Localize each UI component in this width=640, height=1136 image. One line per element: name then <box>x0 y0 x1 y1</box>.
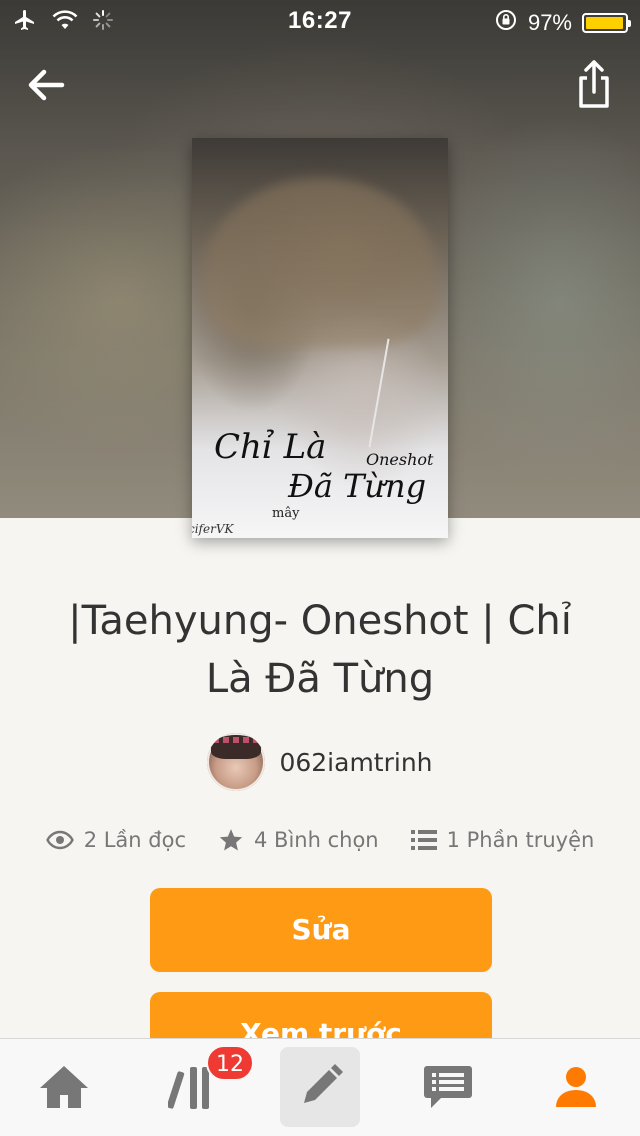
star-icon <box>219 829 243 851</box>
write-icon <box>304 1064 343 1103</box>
tab-bar: 12 <box>0 1038 640 1136</box>
tab-write[interactable] <box>280 1047 360 1127</box>
tab-home[interactable] <box>24 1047 104 1127</box>
cover-artwork <box>202 178 438 348</box>
battery-percent: 97% <box>527 10 572 35</box>
reads-stat: 2 Lần đọc <box>45 828 187 852</box>
list-icon <box>410 830 437 850</box>
cover-author-mark: mây <box>272 506 300 521</box>
messages-icon <box>424 1066 472 1108</box>
cover-title-line2: Đã Từng <box>288 467 427 505</box>
orientation-lock-icon <box>494 8 518 38</box>
parts-count: 1 Phần truyện <box>446 828 595 852</box>
story-title: |Taehyung- Oneshot | Chỉ Là Đã Từng <box>68 598 572 702</box>
back-button[interactable] <box>22 60 72 110</box>
library-badge: 12 <box>206 1045 254 1081</box>
votes-stat: 4 Bình chọn <box>218 827 379 853</box>
battery-icon <box>582 13 631 33</box>
battery-level <box>586 17 623 29</box>
book-cover[interactable]: Chỉ Là Oneshot Đã Từng mây ciferVK <box>192 138 448 538</box>
parts-stat: 1 Phần truyện <box>410 828 595 852</box>
share-icon <box>579 60 609 108</box>
reads-count: 2 Lần đọc <box>83 828 187 852</box>
status-right: 97% <box>494 8 631 38</box>
author-name[interactable]: 062iamtrinh <box>279 748 432 777</box>
arrow-left-icon <box>28 69 65 101</box>
story-stats: 2 Lần đọc 4 Bình chọn 1 Phần truyện <box>0 822 640 858</box>
avatar[interactable] <box>207 733 266 791</box>
votes-count: 4 Bình chọn <box>254 828 379 852</box>
cover-credit: ciferVK <box>192 522 234 536</box>
edit-button[interactable]: Sửa <box>150 888 492 972</box>
author-row[interactable]: 062iamtrinh <box>0 732 640 792</box>
eye-icon <box>45 830 74 850</box>
share-button[interactable] <box>574 58 614 110</box>
profile-icon <box>556 1067 596 1107</box>
tab-messages[interactable] <box>408 1047 488 1127</box>
status-bar: 16:27 97% <box>0 0 640 40</box>
cover-title-line1: Chỉ Là <box>214 427 327 467</box>
cover-earring <box>368 338 390 448</box>
home-icon <box>40 1066 88 1108</box>
tab-profile[interactable] <box>536 1047 616 1127</box>
